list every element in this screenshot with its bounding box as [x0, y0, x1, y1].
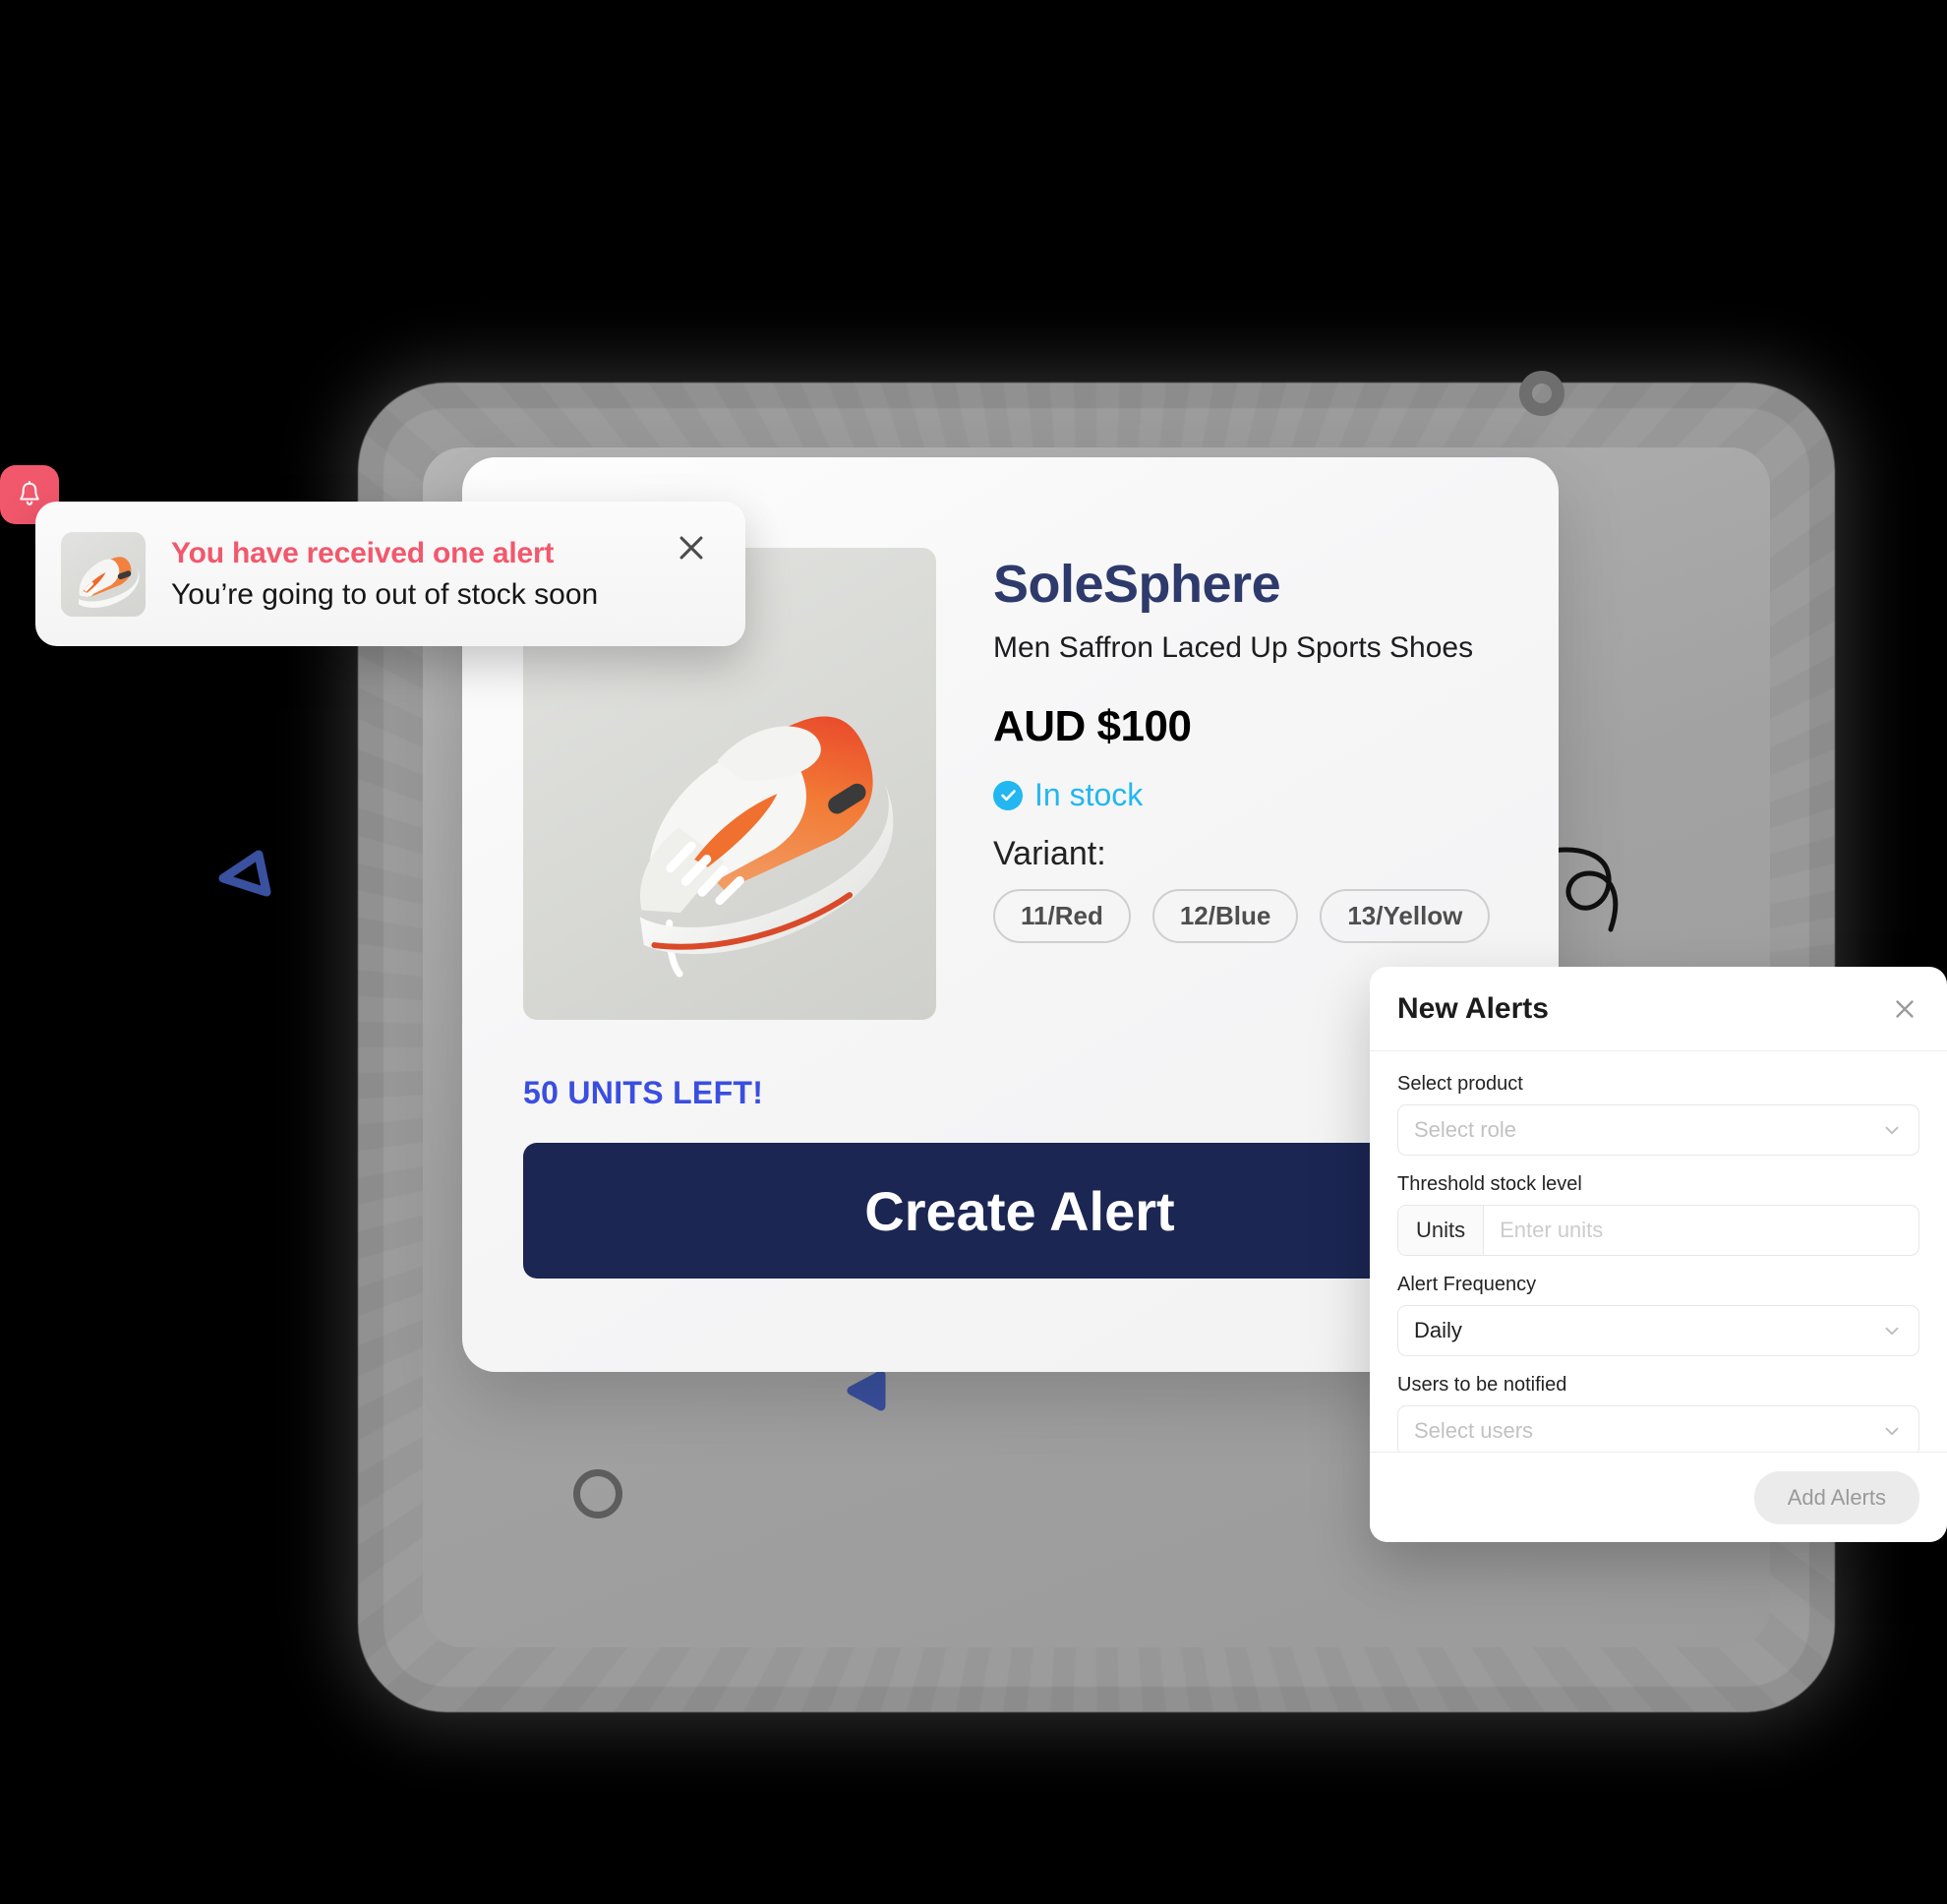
- users-notified-placeholder: Select users: [1414, 1418, 1534, 1443]
- alert-frequency-value: Daily: [1414, 1318, 1462, 1342]
- product-price: AUD $100: [993, 702, 1192, 750]
- variant-chip[interactable]: 12/Blue: [1151, 889, 1299, 943]
- stock-status-label: In stock: [1034, 777, 1144, 812]
- panel-title: New Alerts: [1397, 991, 1549, 1025]
- triangle-outline-icon: [209, 841, 280, 912]
- chevron-down-icon: [1881, 1320, 1903, 1341]
- close-icon[interactable]: [675, 531, 708, 565]
- alert-frequency-field: Alert Frequency Daily: [1397, 1274, 1919, 1356]
- panel-header: New Alerts: [1370, 967, 1947, 1051]
- users-notified-label: Users to be notified: [1397, 1374, 1567, 1396]
- panel-body: Select product Select role Threshold sto…: [1370, 1051, 1947, 1484]
- panel-footer: Add Alerts: [1370, 1452, 1947, 1542]
- variant-list: 11/Red 12/Blue 13/Yellow: [993, 889, 1491, 943]
- product-info: SoleSphere Men Saffron Laced Up Sports S…: [936, 548, 1491, 1020]
- users-notified-field: Users to be notified Select users: [1397, 1374, 1919, 1457]
- users-notified-dropdown[interactable]: Select users: [1397, 1405, 1919, 1457]
- page-title: SoleSphere: [993, 555, 1281, 614]
- status-badge: In stock: [993, 777, 1490, 813]
- ring-icon: [1519, 371, 1564, 416]
- units-prefix-label: Units: [1398, 1206, 1485, 1255]
- threshold-stock-field: Threshold stock level Units: [1397, 1173, 1919, 1256]
- screenshot-root: SoleSphere Men Saffron Laced Up Sports S…: [0, 0, 1947, 1904]
- new-alerts-panel: New Alerts Select product Select role Th…: [1370, 967, 1947, 1542]
- product-subtitle: Men Saffron Laced Up Sports Shoes: [993, 631, 1474, 664]
- toast-subtitle: You’re going to out of stock soon: [171, 577, 599, 611]
- ring-icon: [573, 1469, 622, 1518]
- threshold-stock-label: Threshold stock level: [1397, 1173, 1582, 1195]
- product-thumbnail: [61, 531, 146, 617]
- alert-frequency-dropdown[interactable]: Daily: [1397, 1305, 1919, 1356]
- threshold-input-group: Units: [1397, 1205, 1919, 1256]
- select-product-label: Select product: [1397, 1073, 1523, 1095]
- variant-chip[interactable]: 13/Yellow: [1320, 889, 1491, 943]
- close-icon[interactable]: [1890, 994, 1919, 1024]
- chevron-down-icon: [1881, 1119, 1903, 1141]
- create-alert-button[interactable]: Create Alert: [523, 1143, 1516, 1279]
- chevron-down-icon: [1881, 1420, 1903, 1442]
- check-circle-icon: [993, 780, 1023, 810]
- notification-toast: You have received one alert You’re going…: [35, 502, 745, 646]
- triangle-filled-icon: [844, 1367, 891, 1414]
- select-product-placeholder: Select role: [1414, 1117, 1516, 1142]
- toast-title: You have received one alert: [171, 536, 555, 569]
- alert-frequency-label: Alert Frequency: [1397, 1274, 1537, 1295]
- units-input[interactable]: [1484, 1206, 1918, 1255]
- add-alerts-button[interactable]: Add Alerts: [1753, 1470, 1919, 1524]
- select-product-dropdown[interactable]: Select role: [1397, 1104, 1919, 1156]
- select-product-field: Select product Select role: [1397, 1073, 1919, 1156]
- variant-chip[interactable]: 11/Red: [993, 889, 1131, 943]
- toast-text: You have received one alert You’re going…: [146, 537, 598, 612]
- variant-label: Variant:: [993, 835, 1106, 872]
